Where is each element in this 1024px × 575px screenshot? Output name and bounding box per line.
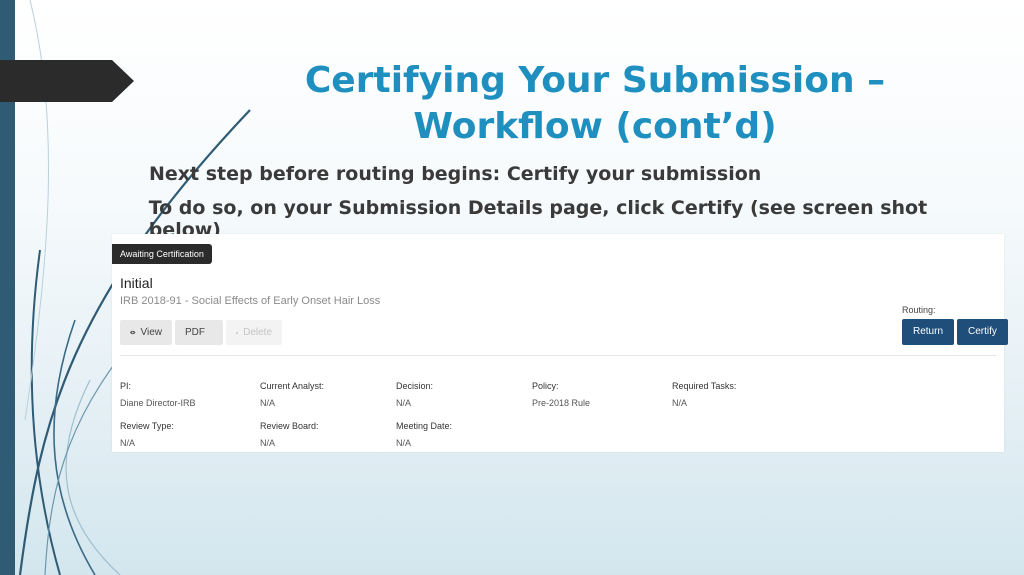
- slide-title-line-1: Certifying Your Submission –: [304, 60, 886, 101]
- view-button[interactable]: View: [120, 320, 172, 345]
- trash-icon: [236, 331, 239, 334]
- bullet-item: To do so, on your Submission Details pag…: [118, 197, 998, 241]
- bullet-list: Next step before routing begins: Certify…: [118, 163, 998, 241]
- submission-name: IRB 2018-91 - Social Effects of Early On…: [120, 295, 381, 307]
- field-label: Policy:: [532, 381, 559, 391]
- return-button[interactable]: Return: [902, 319, 955, 345]
- bullet-item: Next step before routing begins: Certify…: [118, 163, 998, 197]
- action-buttons: View PDF Delete: [120, 320, 282, 345]
- field-value: N/A: [672, 398, 688, 408]
- slide-title-line-2: Workflow (cont’d): [413, 106, 777, 147]
- delete-button[interactable]: Delete: [226, 320, 282, 345]
- field-label: PI:: [120, 381, 132, 391]
- certify-button[interactable]: Certify: [957, 319, 1008, 345]
- field-label: Review Type:: [120, 421, 174, 431]
- status-badge: Awaiting Certification: [112, 244, 212, 264]
- field-required-tasks: Required Tasks: N/A: [672, 381, 736, 408]
- field-label: Decision:: [396, 381, 434, 391]
- field-label: Meeting Date:: [396, 421, 453, 431]
- delete-button-label: Delete: [243, 327, 272, 338]
- field-value: Pre-2018 Rule: [532, 398, 591, 408]
- title-pennant: [0, 60, 134, 102]
- field-pi: PI: Diane Director-IRB: [120, 381, 196, 408]
- submission-details-screenshot: Awaiting Certification Initial IRB 2018-…: [112, 234, 1008, 452]
- pdf-button-label: PDF: [185, 327, 205, 338]
- routing-buttons: Return Certify: [902, 319, 1008, 345]
- field-review-board: Review Board: N/A: [260, 421, 319, 448]
- field-policy: Policy: Pre-2018 Rule: [532, 381, 590, 408]
- field-value: N/A: [396, 438, 412, 448]
- routing-label: Routing:: [902, 305, 936, 315]
- field-value: N/A: [120, 438, 136, 448]
- submission-heading: Initial: [120, 275, 153, 291]
- pdf-dropdown-button[interactable]: PDF: [175, 320, 223, 345]
- field-label: Required Tasks:: [672, 381, 737, 391]
- field-value: N/A: [396, 398, 412, 408]
- field-review-type: Review Type: N/A: [120, 421, 174, 448]
- field-decision: Decision: N/A: [396, 381, 433, 408]
- field-value: N/A: [260, 398, 276, 408]
- field-value: N/A: [260, 438, 276, 448]
- field-value: Diane Director-IRB: [120, 398, 196, 408]
- view-button-label: View: [140, 327, 163, 338]
- field-label: Review Board:: [260, 421, 319, 431]
- field-current-analyst: Current Analyst: N/A: [260, 381, 324, 408]
- field-meeting-date: Meeting Date: N/A: [396, 421, 452, 448]
- divider: [120, 355, 996, 356]
- slide-title: Certifying Your Submission – Workflow (c…: [250, 58, 940, 150]
- eye-icon: [130, 330, 136, 335]
- field-label: Current Analyst:: [260, 381, 325, 391]
- bullet-text: Next step before routing begins: Certify…: [149, 163, 762, 185]
